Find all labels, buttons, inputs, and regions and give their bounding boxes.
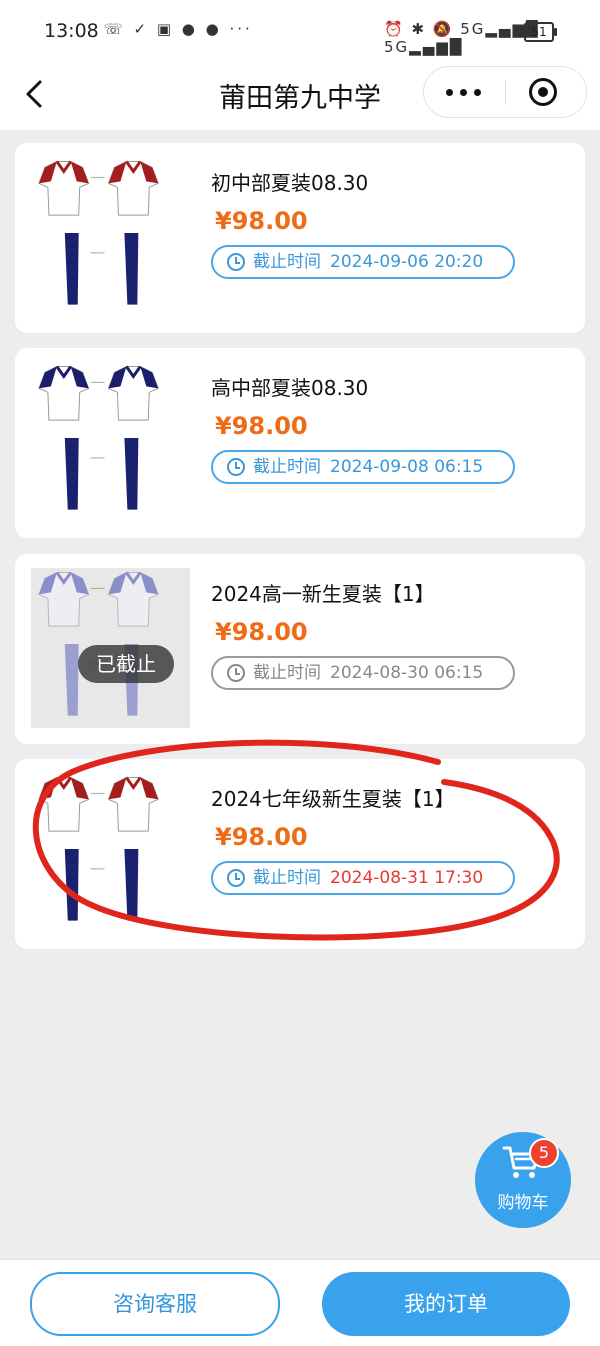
product-price: ¥98.00 bbox=[215, 618, 308, 646]
uniform-illustration bbox=[38, 776, 159, 921]
clock-icon bbox=[227, 664, 245, 682]
mini-program-capsule bbox=[423, 66, 587, 118]
chevron-left-icon bbox=[26, 80, 42, 108]
product-price: ¥98.00 bbox=[215, 207, 308, 235]
more-button[interactable] bbox=[424, 67, 504, 117]
deadline-pill: 截止时间 2024-09-06 20:20 bbox=[211, 245, 515, 279]
deadline-label: 截止时间 bbox=[253, 868, 321, 888]
product-card[interactable]: 已截止 2024高一新生夏装【1】 ¥98.00 截止时间 2024-08-30 06:… bbox=[15, 554, 585, 744]
cart-button[interactable]: 5 购物车 bbox=[475, 1132, 571, 1228]
product-price: ¥98.00 bbox=[215, 412, 308, 440]
cart-count-badge: 5 bbox=[529, 1138, 559, 1168]
cart-label: 购物车 bbox=[497, 1193, 549, 1213]
my-orders-button[interactable]: 我的订单 bbox=[322, 1272, 570, 1336]
status-bar: 13:08 ☏ ✓ ▣ ● ● ··· ⏰ ✱ 🔕 5G▂▄▆█ 5G▂▄▆█ … bbox=[0, 0, 600, 62]
close-button[interactable] bbox=[506, 67, 586, 117]
deadline-value: 2024-08-31 17:30 bbox=[330, 868, 484, 888]
deadline-pill: 截止时间 2024-08-31 17:30 bbox=[211, 861, 515, 895]
bottom-action-bar: 咨询客服 我的订单 bbox=[0, 1259, 600, 1346]
product-image bbox=[31, 773, 190, 933]
deadline-pill: 截止时间 2024-09-08 06:15 bbox=[211, 450, 515, 484]
clock-icon bbox=[227, 869, 245, 887]
product-image: 已截止 bbox=[31, 568, 190, 728]
product-name: 2024七年级新生夏装【1】 bbox=[211, 787, 455, 811]
uniform-illustration bbox=[38, 365, 159, 510]
product-name: 高中部夏装08.30 bbox=[211, 376, 369, 400]
clock-icon bbox=[227, 458, 245, 476]
product-image bbox=[31, 362, 190, 522]
product-image bbox=[31, 157, 190, 317]
deadline-value: 2024-08-30 06:15 bbox=[330, 663, 484, 683]
uniform-illustration bbox=[38, 160, 159, 305]
product-card[interactable]: 2024七年级新生夏装【1】 ¥98.00 截止时间 2024-08-31 17:30 bbox=[15, 759, 585, 949]
deadline-label: 截止时间 bbox=[253, 457, 321, 477]
product-name: 2024高一新生夏装【1】 bbox=[211, 582, 435, 606]
product-card[interactable]: 高中部夏装08.30 ¥98.00 截止时间 2024-09-08 06:15 bbox=[15, 348, 585, 538]
deadline-value: 2024-09-06 20:20 bbox=[330, 252, 484, 272]
product-price: ¥98.00 bbox=[215, 823, 308, 851]
deadline-pill: 截止时间 2024-08-30 06:15 bbox=[211, 656, 515, 690]
product-card[interactable]: 初中部夏装08.30 ¥98.00 截止时间 2024-09-06 20:20 bbox=[15, 143, 585, 333]
battery-icon: 51 bbox=[524, 22, 557, 42]
back-button[interactable] bbox=[18, 76, 54, 112]
deadline-label: 截止时间 bbox=[253, 252, 321, 272]
more-dots-icon bbox=[446, 89, 453, 96]
deadline-value: 2024-09-08 06:15 bbox=[330, 457, 484, 477]
status-time: 13:08 bbox=[44, 20, 99, 42]
nav-bar: 莆田第九中学 bbox=[0, 62, 600, 130]
clock-icon bbox=[227, 253, 245, 271]
product-name: 初中部夏装08.30 bbox=[211, 171, 369, 195]
system-status-icons: ⏰ ✱ 🔕 5G▂▄▆█ 5G▂▄▆█ bbox=[384, 20, 540, 56]
customer-service-button[interactable]: 咨询客服 bbox=[30, 1272, 280, 1336]
notification-icons: ☏ ✓ ▣ ● ● ··· bbox=[104, 20, 253, 38]
expired-badge: 已截止 bbox=[78, 645, 174, 683]
deadline-label: 截止时间 bbox=[253, 663, 321, 683]
